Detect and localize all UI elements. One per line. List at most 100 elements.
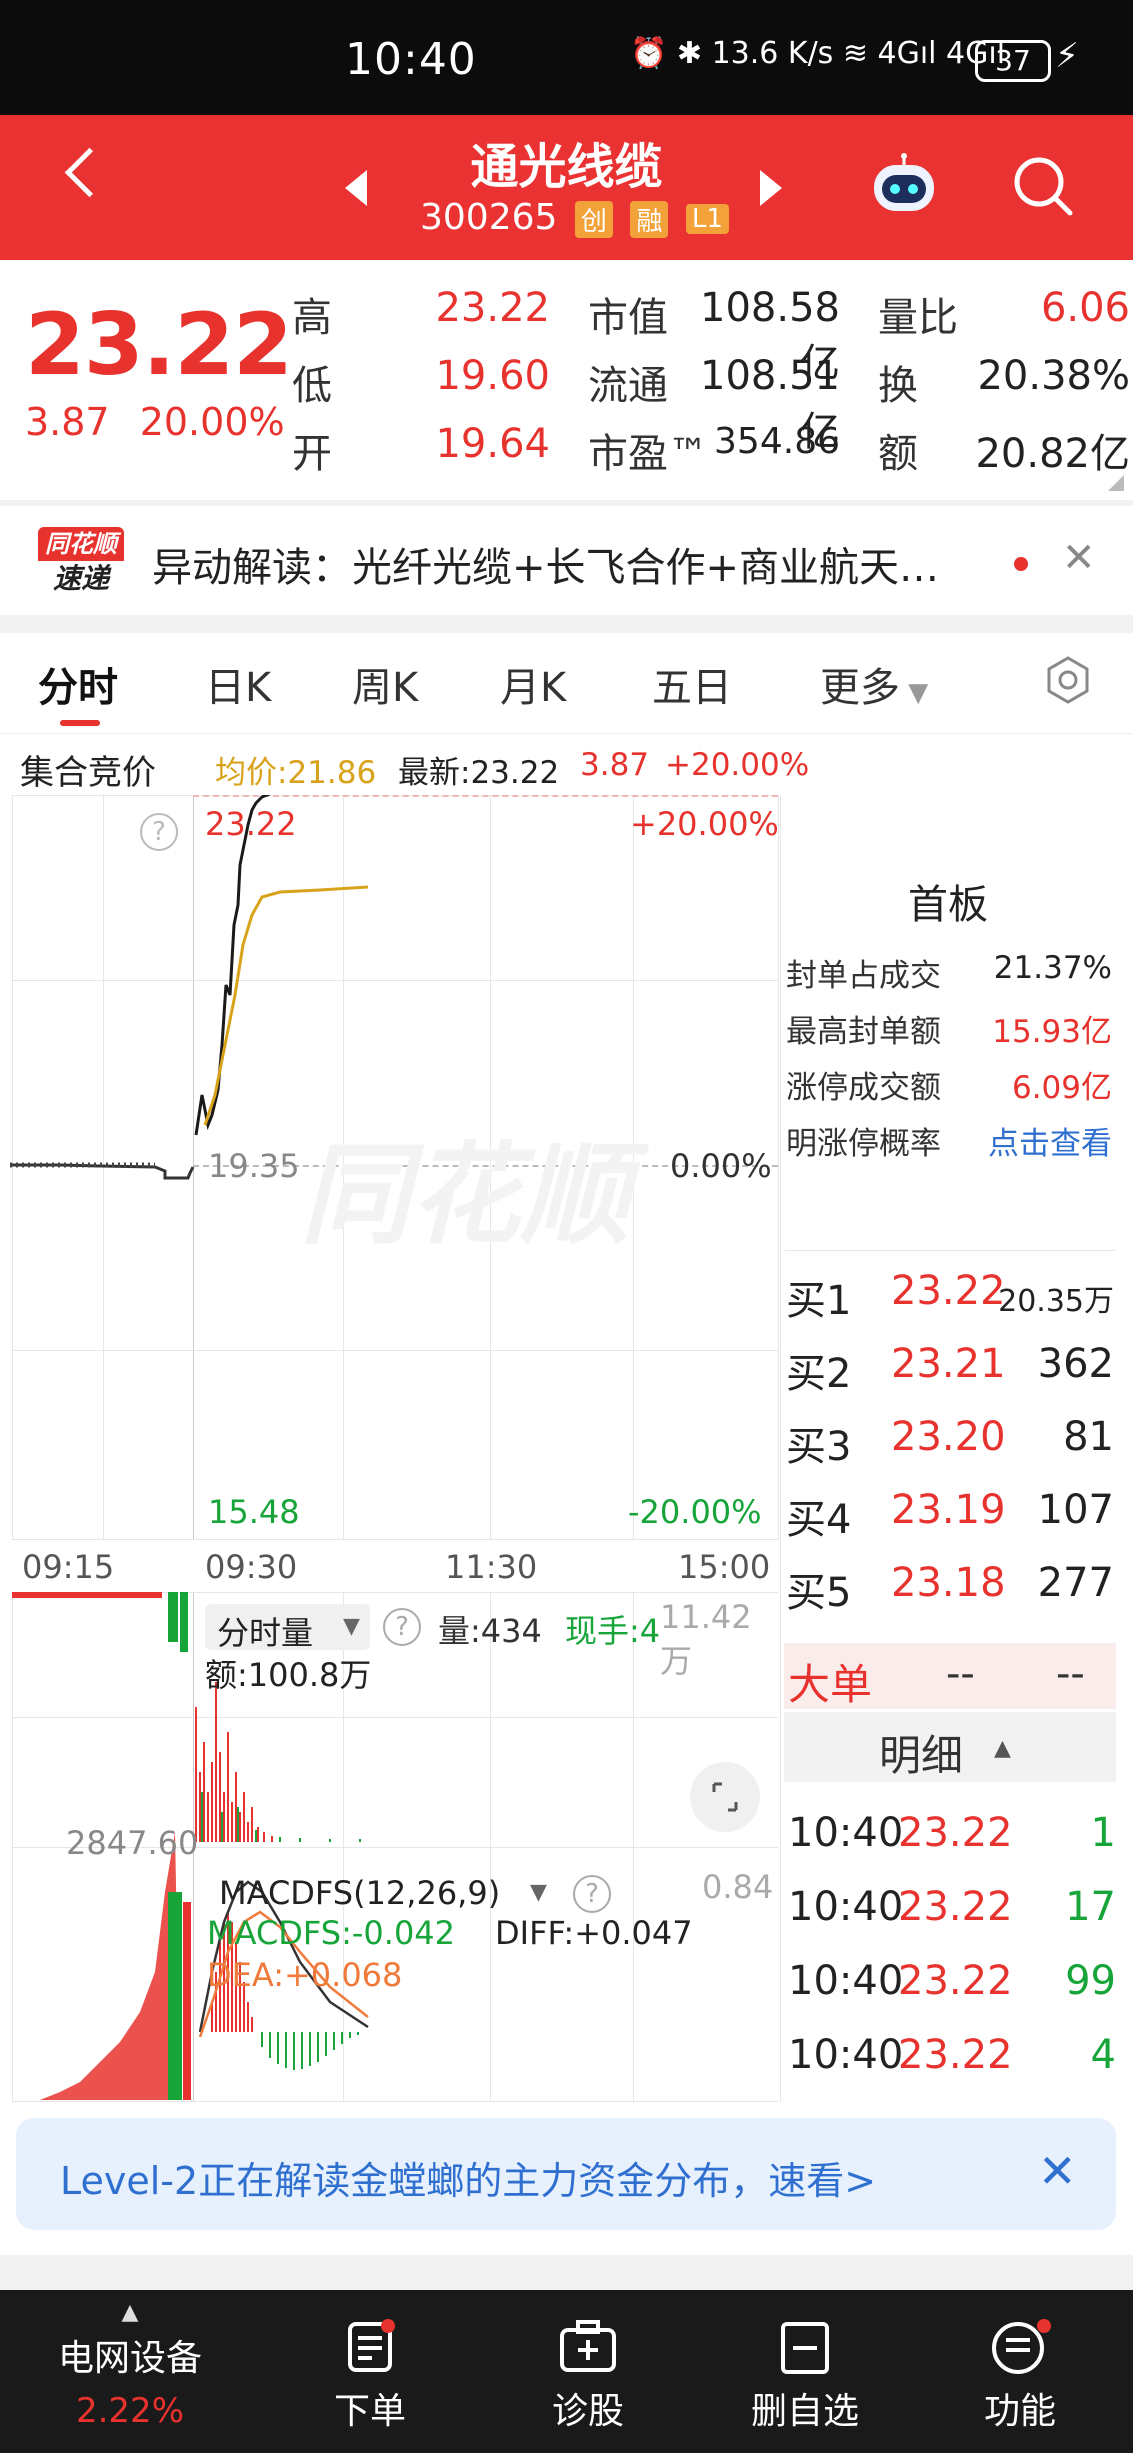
close-alert-icon[interactable]: ✕ (1062, 535, 1096, 581)
open-value: 19.64 (435, 421, 550, 467)
divider (780, 795, 781, 2102)
tag-chuang: 创 (574, 200, 613, 238)
vol-ratio-value: 6.06 (1040, 285, 1130, 331)
order-book: 买1 23.22 20.35万 买2 23.21 362 买3 23.20 81… (786, 1268, 1116, 1638)
tab-more[interactable]: 更多 ▼ (820, 655, 928, 713)
limit-panel-title: 首板 (908, 882, 988, 928)
time-label-0915: 09:15 (22, 1548, 115, 1586)
big-order-value-2: -- (1056, 1651, 1085, 1697)
bid4-volume: 107 (1037, 1487, 1114, 1533)
mktcap-label: 市值 (588, 295, 668, 341)
alert-bar[interactable]: 同花顺 速递 异动解读：光纤光缆+长飞合作+商业航天… ✕ (0, 505, 1133, 613)
diagnose-label: 诊股 (551, 2391, 624, 2432)
volume-value: 量:434 (438, 1612, 542, 1650)
amount-value: 20.82亿 (975, 431, 1130, 477)
order-icon (348, 2319, 395, 2372)
alert-text: 异动解读：光纤光缆+长飞合作+商业航天… (152, 545, 940, 591)
trade-time: 10:40 (788, 1810, 904, 1856)
diff-value: DIFF:+0.047 (495, 1914, 693, 1952)
tab-daily-k[interactable]: 日K (205, 655, 271, 713)
low-label: 低 (292, 363, 332, 409)
settings-icon[interactable] (1043, 655, 1093, 705)
search-icon[interactable] (1010, 153, 1076, 219)
charging-icon: ⚡ (1055, 36, 1079, 76)
price-lines (10, 795, 369, 1180)
amount-label: 额 (878, 431, 918, 477)
functions-button[interactable]: 功能 (930, 2318, 1110, 2448)
trade-time: 10:40 (788, 2032, 904, 2078)
macd-value: MACDFS:-0.042 (207, 1914, 456, 1952)
big-order-row[interactable]: 大单 -- -- (784, 1643, 1116, 1709)
help-icon[interactable]: ? (573, 1875, 611, 1913)
trade-volume: 17 (1065, 1884, 1116, 1930)
expand-corner-icon[interactable] (1108, 475, 1124, 491)
bid2-label: 买2 (786, 1351, 852, 1397)
close-banner-icon[interactable]: ✕ (1038, 2144, 1077, 2198)
trade-time: 10:40 (788, 1884, 904, 1930)
intraday-price-chart[interactable]: 同花顺 ? 23.22 +20.00% 19.35 0.00% 15.48 -2… (0, 795, 780, 1540)
price-change: 3.87 20.00% (25, 400, 285, 444)
diagnose-button[interactable]: 诊股 (498, 2318, 678, 2448)
detail-title: 明细 (879, 1731, 964, 1780)
next-stock-icon[interactable] (760, 170, 782, 206)
remove-watchlist-label: 删自选 (750, 2391, 859, 2432)
sector-button[interactable]: ▲ 电网设备 2.22% (40, 2300, 220, 2450)
bid3-volume: 81 (1063, 1414, 1114, 1460)
high-label: 高 (292, 295, 332, 341)
max-seal-value: 15.93亿 (992, 1014, 1112, 1050)
divider (0, 615, 1133, 633)
volume-selector-label: 分时量 (217, 1614, 314, 1652)
minus-box-icon (781, 2322, 829, 2374)
stock-name: 通光线缆 (470, 139, 663, 195)
pe-value: 354.86 (714, 421, 840, 462)
diagnose-icon (560, 2320, 616, 2372)
remove-watchlist-button[interactable]: 删自选 (715, 2318, 895, 2448)
order-button[interactable]: 下单 (280, 2318, 460, 2448)
sector-name: 电网设备 (57, 2338, 202, 2379)
auction-volume-label: 2847.60 (66, 1824, 199, 1862)
trade-price: 23.22 (898, 2032, 1013, 2078)
tab-five-day[interactable]: 五日 (652, 655, 732, 713)
amount-value: 额:100.8万 (205, 1656, 372, 1694)
big-order-value-1: -- (946, 1651, 975, 1697)
status-indicators: ⏰ ✱ 13.6 K/s ≋ 4Gıl 4Gıl (630, 36, 1006, 71)
latest-change: 3.87 (580, 747, 650, 783)
volume-macd-panel[interactable]: 分时量 ▼ ? 量:434 现手:4 11.42万 额:100.8万 2847.… (0, 1592, 780, 2102)
stock-code-line: 300265 创 融 L1 (420, 197, 729, 238)
robot-assistant-icon[interactable] (868, 153, 940, 215)
dea-value: DEA:+0.068 (207, 1956, 403, 1994)
battery-level: 37 (995, 44, 1031, 77)
trade-time: 10:40 (788, 1958, 904, 2004)
trade-volume: 4 (1090, 2032, 1116, 2078)
chevron-down-icon: ▼ (343, 1614, 360, 1639)
tab-monthly-k[interactable]: 月K (500, 655, 566, 713)
bid4-label: 买4 (786, 1497, 852, 1543)
sector-pct: 2.22% (75, 2391, 184, 2431)
status-time: 10:40 (345, 34, 477, 85)
detail-header[interactable]: 明细 ▲ (784, 1712, 1116, 1782)
divider (0, 2255, 1133, 2290)
tab-intraday[interactable]: 分时 (38, 655, 118, 713)
battery-icon: 37 (975, 40, 1051, 82)
tag-rong: 融 (630, 200, 669, 238)
open-label: 开 (292, 431, 332, 477)
unread-dot (1014, 557, 1028, 571)
divider (785, 1250, 1115, 1251)
status-bar: 10:40 ⏰ ✱ 13.6 K/s ≋ 4Gıl 4Gıl 37 ⚡ (0, 0, 1133, 115)
macd-selector[interactable]: MACDFS(12,26,9) ▼ (205, 1872, 555, 1916)
level2-banner[interactable]: Level-2正在解读金螳螂的主力资金分布，速看> ✕ (16, 2118, 1116, 2230)
volume-selector[interactable]: 分时量 ▼ (205, 1604, 370, 1652)
limit-prob-link[interactable]: 点击查看 (960, 1118, 1112, 1163)
limit-amount-value: 6.09亿 (1011, 1070, 1112, 1106)
price-line (194, 795, 272, 1136)
menu-circle-icon (992, 2319, 1051, 2374)
tag-l1: L1 (685, 204, 729, 234)
hand-value: 现手:4 (565, 1612, 661, 1650)
limit-amount-label: 涨停成交额 (786, 1070, 941, 1106)
tab-weekly-k[interactable]: 周K (352, 655, 418, 713)
help-icon[interactable]: ? (383, 1608, 421, 1646)
high-value: 23.22 (435, 285, 550, 331)
change-value: 3.87 (25, 400, 110, 444)
fullscreen-icon[interactable] (690, 1762, 760, 1832)
caret-up-icon: ▲ (121, 2300, 139, 2325)
